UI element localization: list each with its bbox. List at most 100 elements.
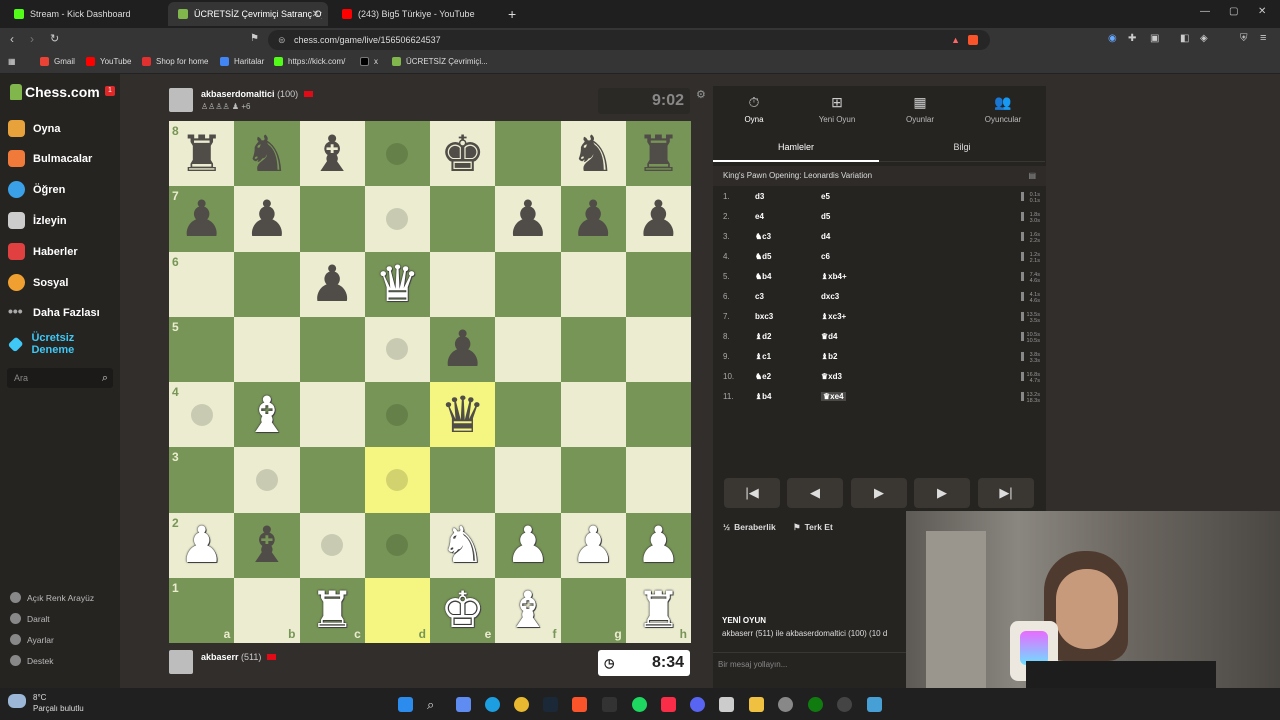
square-c8[interactable]: ♝ (299, 121, 365, 187)
bookmark-chess[interactable]: ÜCRETSİZ Çevrimiçi... (392, 57, 488, 66)
black-move[interactable]: d4 (821, 232, 830, 241)
square-a8[interactable]: 8 ♜ (169, 121, 235, 187)
discord-icon[interactable] (690, 697, 705, 712)
nav-social[interactable]: Sosyal (8, 274, 68, 291)
move-hint-dot[interactable] (386, 534, 409, 557)
square-g2[interactable]: ♟ (560, 512, 626, 578)
square-a2[interactable]: 2 ♟ (169, 512, 235, 578)
nav-more[interactable]: ••• Daha Fazlası (8, 304, 100, 321)
file-explorer-icon[interactable] (749, 697, 764, 712)
search-icon[interactable]: ⌕ (102, 368, 108, 388)
square-c6[interactable]: ♟ (299, 251, 365, 317)
last-move-button[interactable]: ▶| (978, 478, 1034, 508)
nav-news[interactable]: Haberler (8, 243, 78, 260)
music-icon[interactable] (661, 697, 676, 712)
black-move[interactable]: ♝b2 (821, 352, 838, 361)
close-window-icon[interactable]: ✕ (1258, 6, 1266, 17)
square-a3[interactable]: 3 (169, 447, 235, 513)
black-move[interactable]: ♛xd3 (821, 372, 842, 381)
nav-watch[interactable]: İzleyin (8, 212, 67, 229)
square-d1[interactable]: d (364, 577, 430, 643)
light-theme-toggle[interactable]: Açık Renk Arayüz (10, 592, 94, 603)
white-bishop-icon[interactable]: ♝ (244, 390, 289, 440)
close-tab-icon[interactable]: ✕ (312, 9, 320, 20)
collapse-button[interactable]: Daralt (10, 613, 50, 624)
white-move[interactable]: ♝b4 (755, 392, 772, 401)
black-move[interactable]: e5 (821, 192, 830, 201)
weather-desc[interactable]: Parçalı bulutlu (33, 704, 84, 713)
xbox-icon[interactable] (808, 697, 823, 712)
black-move[interactable]: ♛xe4 (821, 392, 846, 401)
browser-tab-youtube[interactable]: (243) Big5 Türkiye - YouTube (332, 2, 496, 26)
square-g6[interactable] (560, 251, 626, 317)
notification-badge[interactable]: 1 (105, 86, 115, 96)
square-d2[interactable] (364, 512, 430, 578)
next-move-button[interactable]: ▶ (914, 478, 970, 508)
square-h2[interactable]: ♟ (625, 512, 691, 578)
wallet-icon[interactable]: ◧ (1180, 33, 1189, 44)
black-knight-icon[interactable]: ♞ (571, 129, 616, 179)
square-f4[interactable] (495, 382, 561, 448)
square-g1[interactable]: g (560, 577, 626, 643)
white-rook-icon[interactable]: ♜ (636, 585, 681, 635)
app-icon[interactable] (867, 697, 882, 712)
black-pawn-icon[interactable]: ♟ (244, 194, 289, 244)
square-g3[interactable] (560, 447, 626, 513)
play-button[interactable]: ▶ (851, 478, 907, 508)
move-hint-dot[interactable] (386, 468, 409, 491)
edge-icon[interactable] (485, 697, 500, 712)
square-h5[interactable] (625, 316, 691, 382)
black-move[interactable]: d5 (821, 212, 830, 221)
black-pawn-icon[interactable]: ♟ (505, 194, 550, 244)
bookmark-kick[interactable]: https://kick.com/ (274, 57, 345, 66)
square-a4[interactable]: 4 (169, 382, 235, 448)
resign-button[interactable]: ⚑ Terk Et (793, 522, 833, 533)
square-f7[interactable]: ♟ (495, 186, 561, 252)
forward-icon[interactable]: › (30, 32, 34, 46)
square-e8[interactable]: ♚ (430, 121, 496, 187)
tab-games[interactable]: ▦ Oyunlar (880, 94, 960, 124)
apps-icon[interactable]: ▦ (8, 57, 16, 66)
tab-info[interactable]: Bilgi (879, 138, 1045, 162)
black-move[interactable]: ♝xb4+ (821, 272, 847, 281)
square-c5[interactable] (299, 316, 365, 382)
chesscom-logo[interactable]: Chess.com (10, 84, 100, 100)
white-move[interactable]: ♝c1 (755, 352, 771, 361)
prev-move-button[interactable]: ◀ (787, 478, 843, 508)
white-move[interactable]: e4 (755, 212, 764, 221)
black-rook-icon[interactable]: ♜ (636, 129, 681, 179)
reload-icon[interactable]: ↻ (50, 32, 59, 45)
white-pawn-icon[interactable]: ♟ (636, 520, 681, 570)
tab-new-game[interactable]: ⊞ Yeni Oyun (797, 94, 877, 124)
square-b3[interactable] (234, 447, 300, 513)
square-b5[interactable] (234, 316, 300, 382)
square-d8[interactable] (364, 121, 430, 187)
search-icon[interactable]: ⌕ (427, 697, 442, 712)
brave-icon[interactable] (572, 697, 587, 712)
copilot-icon[interactable] (456, 697, 471, 712)
nav-play[interactable]: Oyna (8, 120, 61, 137)
square-h1[interactable]: h ♜ (625, 577, 691, 643)
shield-icon[interactable]: ⛨ (1240, 33, 1248, 44)
spotify-icon[interactable] (632, 697, 647, 712)
square-h8[interactable]: ♜ (625, 121, 691, 187)
white-rook-icon[interactable]: ♜ (310, 585, 355, 635)
white-move[interactable]: ♞c3 (755, 232, 771, 241)
square-a6[interactable]: 6 (169, 251, 235, 317)
square-c2[interactable] (299, 512, 365, 578)
white-pawn-icon[interactable]: ♟ (571, 520, 616, 570)
black-bishop-icon[interactable]: ♝ (244, 520, 289, 570)
steam-icon[interactable] (543, 697, 558, 712)
square-h7[interactable]: ♟ (625, 186, 691, 252)
black-move[interactable]: dxc3 (821, 292, 839, 301)
bookmark-maps[interactable]: Haritalar (220, 57, 264, 66)
brave-rewards-icon[interactable]: ▲ (951, 30, 960, 50)
square-b1[interactable]: b (234, 577, 300, 643)
black-move[interactable]: ♝xc3+ (821, 312, 846, 321)
square-e1[interactable]: e ♚ (430, 577, 496, 643)
move-hint-dot[interactable] (190, 403, 213, 426)
square-g8[interactable]: ♞ (560, 121, 626, 187)
black-bishop-icon[interactable]: ♝ (310, 129, 355, 179)
square-f2[interactable]: ♟ (495, 512, 561, 578)
snipping-icon[interactable] (719, 697, 734, 712)
